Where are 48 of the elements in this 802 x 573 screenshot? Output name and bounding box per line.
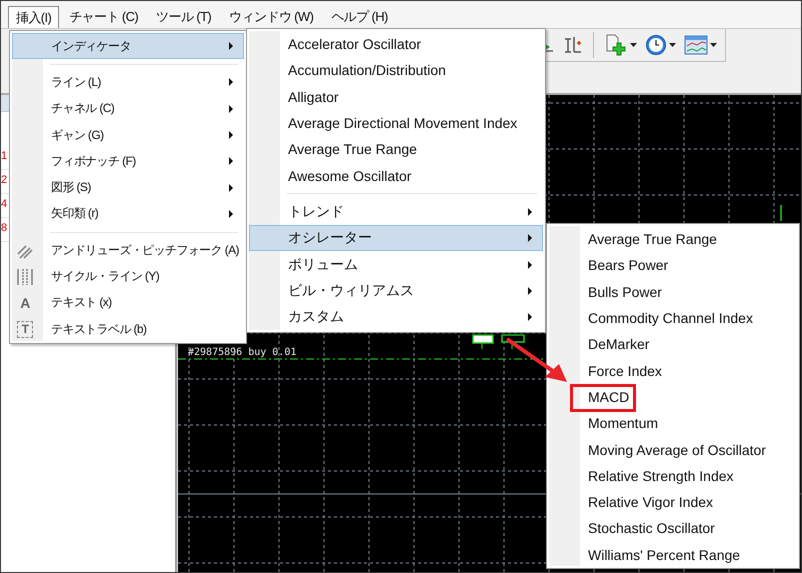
menu-item[interactable]: Momentum xyxy=(549,410,797,436)
menu-item[interactable]: アンドリューズ・ピッチフォーク (A) xyxy=(12,237,244,264)
menu-item[interactable]: オシレーター xyxy=(249,225,543,252)
menu-item[interactable]: Bears Power xyxy=(549,252,797,279)
menu-bar-item[interactable]: ウィンドウ (W) xyxy=(221,6,322,28)
menu-item[interactable]: Average True Range xyxy=(549,226,797,252)
menu-item[interactable]: ライン (L) xyxy=(12,69,244,96)
menu-item[interactable]: Moving Average of Oscillator xyxy=(549,436,797,463)
menu-item[interactable]: サイクル・ライン (Y) xyxy=(12,263,244,290)
menu-item[interactable]: DeMarker xyxy=(549,331,797,358)
menu-item[interactable]: Force Index xyxy=(549,357,797,384)
menu-item[interactable]: Average True Range xyxy=(249,136,543,162)
timeframe-button[interactable] xyxy=(643,32,678,58)
menu-item[interactable]: インディケータ xyxy=(12,33,244,60)
menu-item[interactable]: Accelerator Oscillator xyxy=(249,31,543,58)
cycle-lines-icon xyxy=(16,268,34,286)
text-label-icon: T xyxy=(17,320,33,338)
menu-item[interactable]: カスタム xyxy=(249,304,543,330)
caret-icon xyxy=(710,43,717,47)
menu-item[interactable]: MACD xyxy=(549,384,797,410)
menu-bar-item[interactable]: チャート (C) xyxy=(61,6,146,28)
trade-label: #29875896 buy 0.01 xyxy=(188,347,296,358)
menu-item[interactable]: Bulls Power xyxy=(549,278,797,305)
menu-item[interactable]: トレンド xyxy=(249,198,543,226)
menu-item[interactable]: Accumulation/Distribution xyxy=(249,57,543,84)
menu-item[interactable]: T テキストラベル (b) xyxy=(12,316,244,342)
menu-item[interactable]: ビル・ウィリアムス xyxy=(249,278,543,304)
candle-wick xyxy=(780,205,782,221)
menu-bar-item[interactable]: 挿入(I) xyxy=(8,6,60,28)
menu-item[interactable]: Stochastic Oscillator xyxy=(549,515,797,542)
menu-item[interactable]: Williams' Percent Range xyxy=(549,542,797,568)
menu-item[interactable]: Relative Vigor Index xyxy=(549,488,797,516)
menu-bar-item[interactable]: ツール (T) xyxy=(148,6,220,28)
menu-item[interactable]: ボリューム xyxy=(249,251,543,278)
caret-icon xyxy=(669,43,676,47)
menu-item[interactable]: チャネル (C) xyxy=(12,96,244,122)
menu-item[interactable]: Average Directional Movement Index xyxy=(249,110,543,136)
caret-icon xyxy=(630,43,637,47)
text-icon: A xyxy=(17,294,33,312)
menu-item[interactable]: Commodity Channel Index xyxy=(549,304,797,332)
candle xyxy=(501,334,525,350)
menu-item[interactable]: Relative Strength Index xyxy=(549,462,797,489)
menu-bar-item[interactable]: ヘルプ (H) xyxy=(323,6,396,28)
template-button[interactable] xyxy=(682,33,719,57)
menu-item[interactable]: ギャン (G) xyxy=(12,122,244,148)
menu-item[interactable]: A テキスト (x) xyxy=(12,290,244,316)
menu-item[interactable]: Alligator xyxy=(249,84,543,110)
menu-item[interactable]: Awesome Oscillator xyxy=(249,162,543,189)
